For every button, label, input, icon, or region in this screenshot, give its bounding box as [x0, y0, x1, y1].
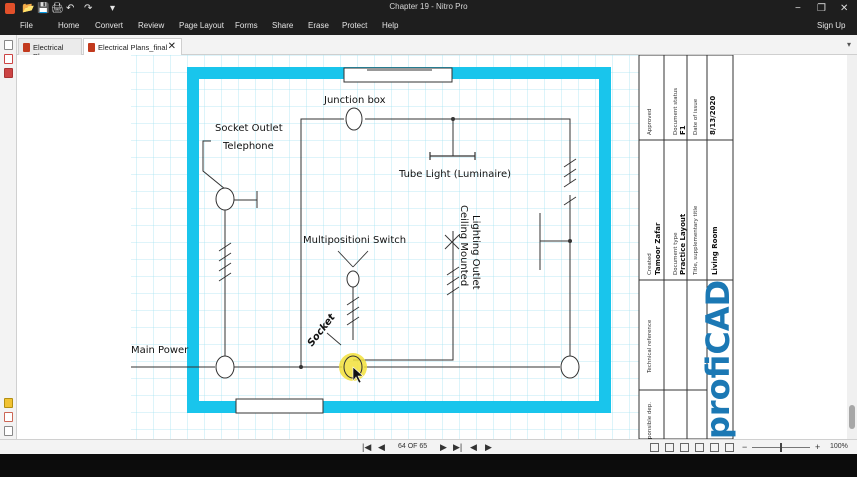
tb-date-of-issue-label: Date of issue [693, 98, 699, 135]
label-multiposition-switch: Multipositioni Switch [303, 235, 406, 246]
label-main-power: Main Power [131, 345, 189, 356]
menu-page-layout[interactable]: Page Layout [179, 21, 224, 30]
bottom-black-bar [0, 454, 857, 477]
output-panel-icon[interactable] [4, 426, 13, 436]
label-tube-light: Tube Light (Luminaire) [398, 169, 511, 180]
label-socket-outlet: Socket Outlet [215, 123, 283, 134]
telephone-socket-symbol [215, 187, 235, 211]
tb-date-value: 8/13/2020 [709, 96, 717, 135]
single-page-view-icon[interactable] [650, 443, 659, 452]
tb-approved: Approved [647, 109, 653, 135]
left-side-panel [0, 35, 17, 439]
restore-button[interactable]: ❐ [817, 1, 826, 16]
menu-convert[interactable]: Convert [95, 21, 123, 30]
menu-help[interactable]: Help [382, 21, 398, 30]
fit-width-icon[interactable] [725, 443, 734, 452]
menu-review[interactable]: Review [138, 21, 164, 30]
tb-responsible-dept: ponsible dep. [647, 402, 653, 439]
last-page-icon[interactable]: ▶| [453, 442, 462, 453]
tb-created-label: Created [647, 253, 653, 275]
title-bar: 📂 💾 🖨 ↶ ↷ ▾ Chapter 19 - Nitro Pro − ❐ ✕ [0, 0, 857, 17]
right-outlet-symbol [560, 355, 580, 379]
electrical-plan-drawing: Junction box Socket Outlet Telephone Tub… [131, 55, 737, 439]
zoom-in-button[interactable]: + [815, 442, 820, 452]
tb-created-by: Tamoor Zafar [654, 222, 662, 275]
back-view-icon[interactable]: ◀ [470, 442, 477, 453]
menu-bar: File Home Convert Review Page Layout For… [0, 17, 857, 35]
scrollbar-thumb[interactable] [849, 405, 855, 429]
multiposition-switch-symbol [346, 270, 360, 288]
drawing-grid [131, 55, 727, 439]
facing-view-icon[interactable] [680, 443, 689, 452]
zoom-out-button[interactable]: − [742, 442, 747, 452]
continuous-facing-icon[interactable] [695, 443, 704, 452]
tab-list-dropdown-icon[interactable]: ▾ [847, 40, 851, 49]
menu-share[interactable]: Share [272, 21, 293, 30]
main-power-outlet-symbol [215, 355, 235, 379]
first-page-icon[interactable]: |◀ [362, 442, 371, 453]
signup-link[interactable]: Sign Up [817, 21, 845, 30]
label-ceiling-mounted: Ceiling Mounted [458, 205, 469, 286]
pdf-file-icon [88, 43, 95, 52]
continuous-view-icon[interactable] [665, 443, 674, 452]
close-window-button[interactable]: ✕ [840, 1, 848, 16]
tb-title-value: Living Room [711, 226, 719, 275]
signatures-panel-icon[interactable] [4, 412, 13, 422]
fit-page-icon[interactable] [710, 443, 719, 452]
tb-title-label: Title, supplementary title [693, 205, 699, 276]
page-indicator[interactable]: 64 OF 65 [398, 443, 427, 450]
comments-panel-icon[interactable] [4, 398, 13, 408]
menu-erase[interactable]: Erase [308, 21, 329, 30]
bookmarks-panel-icon[interactable] [4, 54, 13, 64]
tb-technical-reference: Technical reference [647, 319, 653, 374]
menu-protect[interactable]: Protect [342, 21, 367, 30]
zoom-level[interactable]: 100% [830, 443, 848, 450]
status-bar: |◀ ◀ 64 OF 65 ▶ ▶| ◀ ▶ − + 100% [0, 439, 857, 454]
title-block: Approved Document status Date of issue C… [638, 55, 737, 439]
tab-electrical-plans-final[interactable]: Electrical Plans_final ✕ [83, 38, 182, 55]
proficad-logo: profiCAD [699, 280, 737, 439]
menu-forms[interactable]: Forms [235, 21, 258, 30]
window-title: Chapter 19 - Nitro Pro [389, 2, 468, 11]
attachments-panel-icon[interactable] [4, 68, 13, 78]
tb-document-type: Practice Layout [679, 213, 687, 275]
menu-home[interactable]: Home [58, 21, 79, 30]
zoom-slider-thumb[interactable] [780, 443, 782, 452]
minimize-button[interactable]: − [795, 1, 801, 16]
document-viewer[interactable]: Junction box Socket Outlet Telephone Tub… [17, 55, 847, 439]
tab-electrical-plans[interactable]: Electrical Plans [18, 38, 82, 61]
document-tab-row: Electrical Plans Electrical Plans_final … [0, 35, 857, 61]
menu-file[interactable]: File [20, 21, 33, 30]
label-junction-box: Junction box [323, 95, 386, 106]
forward-view-icon[interactable]: ▶ [485, 442, 492, 453]
vertical-scrollbar[interactable] [847, 55, 857, 439]
pdf-file-icon [23, 43, 30, 52]
pages-panel-icon[interactable] [4, 40, 13, 50]
tab-close-icon[interactable]: ✕ [168, 41, 176, 52]
bottom-window [235, 398, 324, 414]
label-lighting-outlet: Lighting Outlet [470, 215, 481, 290]
next-page-icon[interactable]: ▶ [440, 442, 447, 453]
label-telephone: Telephone [222, 141, 274, 152]
tb-sheet-value: F1 [679, 125, 687, 135]
previous-page-icon[interactable]: ◀ [378, 442, 385, 453]
junction-box-symbol [345, 107, 363, 131]
tab-label: Electrical Plans_final [98, 43, 168, 52]
